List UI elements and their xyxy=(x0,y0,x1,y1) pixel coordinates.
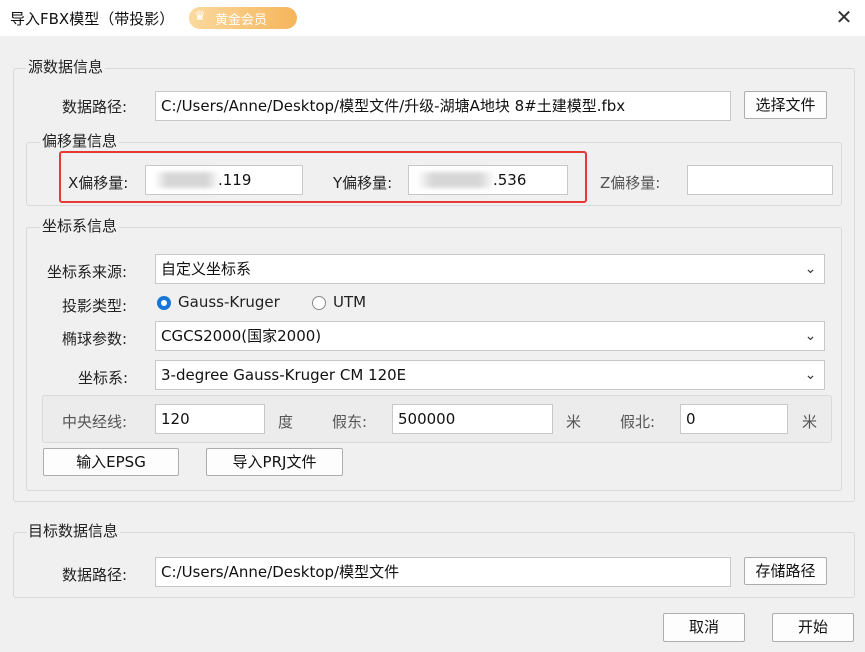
central-meridian-label: 中央经线: xyxy=(62,413,128,431)
crs-group-title: 坐标系信息 xyxy=(40,215,120,236)
input-epsg-button[interactable]: 输入EPSG xyxy=(43,448,179,476)
window-title: 导入FBX模型（带投影） xyxy=(10,10,175,28)
degree-unit: 度 xyxy=(278,413,294,431)
start-button[interactable]: 开始 xyxy=(772,613,854,642)
offset-group-title: 偏移量信息 xyxy=(40,130,120,151)
chevron-down-icon[interactable]: ⌄ xyxy=(797,254,825,284)
choose-file-button[interactable]: 选择文件 xyxy=(744,91,827,119)
false-north-label: 假北: xyxy=(620,413,656,431)
crown-icon: ♛ xyxy=(194,9,206,24)
coord-system-select[interactable]: 3-degree Gauss-Kruger CM 120E xyxy=(155,360,798,390)
source-path-label: 数据路径: xyxy=(62,98,128,116)
z-offset-input[interactable] xyxy=(687,165,833,195)
target-path-input[interactable]: C:/Users/Anne/Desktop/模型文件 xyxy=(155,557,731,587)
ellipsoid-select[interactable]: CGCS2000(国家2000) xyxy=(155,321,798,351)
radio-utm[interactable] xyxy=(312,296,326,310)
source-path-input[interactable]: C:/Users/Anne/Desktop/模型文件/升级-湖塘A地块 8#土建… xyxy=(155,91,731,121)
z-offset-label: Z偏移量: xyxy=(600,174,661,192)
ellipsoid-label: 椭球参数: xyxy=(62,330,128,348)
target-group-title: 目标数据信息 xyxy=(26,520,121,541)
false-east-label: 假东: xyxy=(332,413,368,431)
chevron-down-icon[interactable]: ⌄ xyxy=(797,321,825,351)
false-north-input[interactable]: 0 xyxy=(680,404,788,434)
radio-utm-label[interactable]: UTM xyxy=(333,293,366,311)
highlight-box xyxy=(59,151,587,203)
chevron-down-icon[interactable]: ⌄ xyxy=(797,360,825,390)
crs-source-select[interactable]: 自定义坐标系 xyxy=(155,254,798,284)
central-meridian-input[interactable]: 120 xyxy=(155,404,265,434)
meter-unit-north: 米 xyxy=(802,413,818,431)
save-path-button[interactable]: 存储路径 xyxy=(744,557,827,585)
crs-source-label: 坐标系来源: xyxy=(47,263,128,281)
false-east-input[interactable]: 500000 xyxy=(392,404,553,434)
cancel-button[interactable]: 取消 xyxy=(663,613,745,642)
projection-label: 投影类型: xyxy=(62,297,128,315)
vip-label: 黄金会员 xyxy=(215,13,268,28)
coord-system-label: 坐标系: xyxy=(78,369,129,387)
radio-gauss-kruger[interactable] xyxy=(157,296,171,310)
import-prj-button[interactable]: 导入PRJ文件 xyxy=(206,448,343,476)
meter-unit-east: 米 xyxy=(566,413,582,431)
title-bar: 导入FBX模型（带投影） ♛ 黄金会员 ✕ xyxy=(0,0,865,36)
source-group-title: 源数据信息 xyxy=(26,56,106,77)
vip-badge[interactable]: ♛ 黄金会员 xyxy=(189,7,297,29)
close-icon[interactable]: ✕ xyxy=(831,4,857,30)
radio-gauss-kruger-label[interactable]: Gauss-Kruger xyxy=(178,293,280,311)
target-path-label: 数据路径: xyxy=(62,566,128,584)
